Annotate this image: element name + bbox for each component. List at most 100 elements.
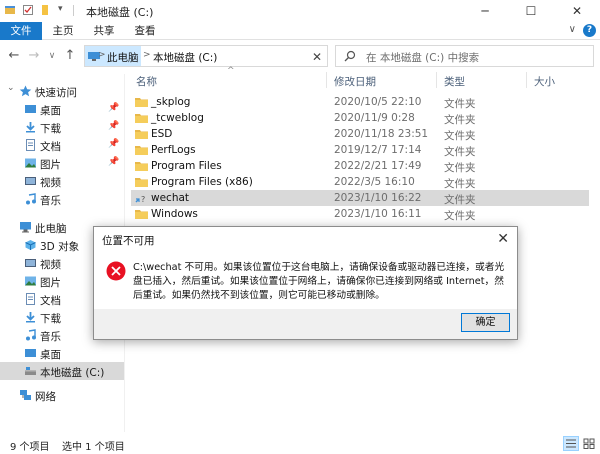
- back-button[interactable]: ←: [6, 48, 22, 64]
- ribbon-expand-icon[interactable]: ∨: [569, 24, 576, 35]
- sidebar-item-desktop-pc[interactable]: 桌面: [0, 344, 124, 362]
- forward-button[interactable]: →: [26, 48, 42, 64]
- item-count: 9 个项目: [10, 442, 50, 453]
- pin-icon[interactable]: 📌: [108, 139, 119, 149]
- column-header-date[interactable]: 修改日期: [334, 74, 376, 89]
- column-divider[interactable]: [526, 72, 527, 88]
- selection-count: 选中 1 个项目: [62, 442, 125, 453]
- music-icon: [26, 193, 36, 205]
- sidebar-item-local-disk[interactable]: 本地磁盘 (C:): [0, 362, 124, 380]
- file-date: 2020/10/5 22:10: [334, 96, 422, 108]
- tab-view[interactable]: 查看: [128, 22, 162, 40]
- document-icon: [26, 139, 35, 151]
- file-type: 文件夹: [444, 210, 476, 222]
- clear-address-button[interactable]: ✕: [312, 50, 322, 64]
- file-name: _tcweblog: [151, 112, 204, 124]
- recent-locations-button[interactable]: ∨: [44, 48, 60, 64]
- chevron-down-icon[interactable]: ⌄: [7, 83, 15, 93]
- search-box[interactable]: 在 本地磁盘 (C:) 中搜索: [335, 45, 594, 67]
- folder-icon: [135, 98, 148, 107]
- pin-icon[interactable]: 📌: [108, 103, 119, 113]
- file-name: Windows: [151, 208, 198, 220]
- dialog-close-button[interactable]: ✕: [497, 231, 509, 247]
- sidebar-item-label: 3D 对象: [40, 241, 80, 253]
- up-button[interactable]: ↑: [62, 48, 78, 64]
- sidebar-item-network[interactable]: 网络: [0, 386, 124, 404]
- column-header-name[interactable]: 名称: [136, 74, 157, 89]
- file-row[interactable]: PerfLogs 2019/12/7 17:14 文件夹: [131, 142, 589, 158]
- picture-icon: [25, 158, 36, 168]
- new-folder-icon[interactable]: [40, 4, 52, 16]
- sort-up-icon: ^: [227, 66, 235, 76]
- breadcrumb-local-disk[interactable]: 本地磁盘 (C:): [153, 50, 217, 65]
- sidebar-item-desktop[interactable]: 桌面 📌: [0, 100, 124, 118]
- sidebar-item-label: 此电脑: [35, 223, 67, 235]
- tab-home[interactable]: 主页: [46, 22, 80, 40]
- close-window-button[interactable]: ✕: [554, 0, 600, 22]
- explorer-app-icon[interactable]: [4, 4, 16, 16]
- large-icons-view-icon[interactable]: [582, 437, 596, 450]
- sidebar-item-music[interactable]: 音乐: [0, 190, 124, 208]
- sidebar-item-downloads[interactable]: 下载 📌: [0, 118, 124, 136]
- drive-icon: [25, 367, 36, 375]
- file-name: Program Files (x86): [151, 176, 253, 188]
- minimize-button[interactable]: ─: [462, 0, 508, 22]
- sidebar-item-label: 快速访问: [35, 87, 77, 99]
- status-bar: 9 个项目 选中 1 个项目: [0, 434, 600, 454]
- file-name: _skplog: [151, 96, 191, 108]
- sidebar-item-videos[interactable]: 视频: [0, 172, 124, 190]
- download-icon: [26, 122, 35, 133]
- file-row[interactable]: Program Files 2022/2/21 17:49 文件夹: [131, 158, 589, 174]
- sidebar-item-pictures[interactable]: 图片 📌: [0, 154, 124, 172]
- maximize-button[interactable]: ☐: [508, 0, 554, 22]
- file-row-selected[interactable]: ? wechat 2023/1/10 16:22 文件夹: [131, 190, 589, 206]
- title-divider: [73, 5, 74, 16]
- column-header-size[interactable]: 大小: [534, 74, 555, 89]
- column-header-type[interactable]: 类型: [444, 74, 465, 89]
- pin-icon[interactable]: 📌: [108, 157, 119, 167]
- file-row[interactable]: _tcweblog 2020/11/9 0:28 文件夹: [131, 110, 589, 126]
- sidebar-item-label: 视频: [40, 259, 61, 271]
- column-divider[interactable]: [326, 72, 327, 88]
- breadcrumb-separator[interactable]: >: [98, 50, 106, 60]
- quick-access-dropdown-icon[interactable]: ▾: [58, 4, 70, 16]
- sidebar-item-quick-access[interactable]: ⌄ 快速访问: [0, 82, 124, 100]
- ok-button[interactable]: 确定: [461, 313, 510, 332]
- tab-file[interactable]: 文件: [0, 22, 42, 40]
- navigation-bar: ← → ∨ ↑ > 此电脑 > 本地磁盘 (C:) ✕ 在 本地磁盘 (C:) …: [0, 41, 600, 71]
- folder-icon: [135, 130, 148, 139]
- sidebar-item-documents[interactable]: 文档 📌: [0, 136, 124, 154]
- file-date: 2020/11/18 23:51: [334, 128, 429, 140]
- network-icon: [20, 390, 31, 400]
- computer-icon: [20, 222, 31, 233]
- file-type: 文件夹: [444, 194, 476, 206]
- address-pc-segment[interactable]: > 此电脑: [85, 46, 141, 66]
- details-view-icon[interactable]: [563, 436, 579, 451]
- help-icon[interactable]: ?: [583, 24, 596, 37]
- file-row[interactable]: Windows 2023/1/10 16:11 文件夹: [131, 206, 589, 222]
- search-input[interactable]: 在 本地磁盘 (C:) 中搜索: [366, 50, 479, 65]
- document-icon: [26, 293, 35, 305]
- tab-share[interactable]: 共享: [87, 22, 121, 40]
- sidebar-item-label: 下载: [40, 313, 61, 325]
- file-row[interactable]: ESD 2020/11/18 23:51 文件夹: [131, 126, 589, 142]
- breadcrumb-separator[interactable]: >: [143, 50, 151, 60]
- file-type: 文件夹: [444, 146, 476, 158]
- file-row[interactable]: Program Files (x86) 2022/3/5 16:10 文件夹: [131, 174, 589, 190]
- column-divider[interactable]: [436, 72, 437, 88]
- folder-icon: [135, 146, 148, 155]
- location-unavailable-dialog: 位置不可用 ✕ C:\wechat 不可用。如果该位置位于这台电脑上，请确保设备…: [93, 226, 518, 340]
- column-headers: ^ 名称 修改日期 类型 大小: [131, 66, 600, 90]
- file-type: 文件夹: [444, 98, 476, 110]
- sidebar-item-label: 图片: [40, 159, 61, 171]
- address-bar[interactable]: > 此电脑 > 本地磁盘 (C:): [84, 45, 328, 67]
- file-row[interactable]: _skplog 2020/10/5 22:10 文件夹: [131, 94, 589, 110]
- sidebar-item-label: 文档: [40, 295, 61, 307]
- sidebar-item-label: 文档: [40, 141, 61, 153]
- svg-text:?: ?: [141, 195, 145, 203]
- pin-icon[interactable]: 📌: [108, 121, 119, 131]
- file-name: ESD: [151, 128, 173, 140]
- file-date: 2023/1/10 16:22: [334, 192, 422, 204]
- breadcrumb-this-pc[interactable]: 此电脑: [107, 50, 139, 65]
- properties-icon[interactable]: [22, 4, 34, 16]
